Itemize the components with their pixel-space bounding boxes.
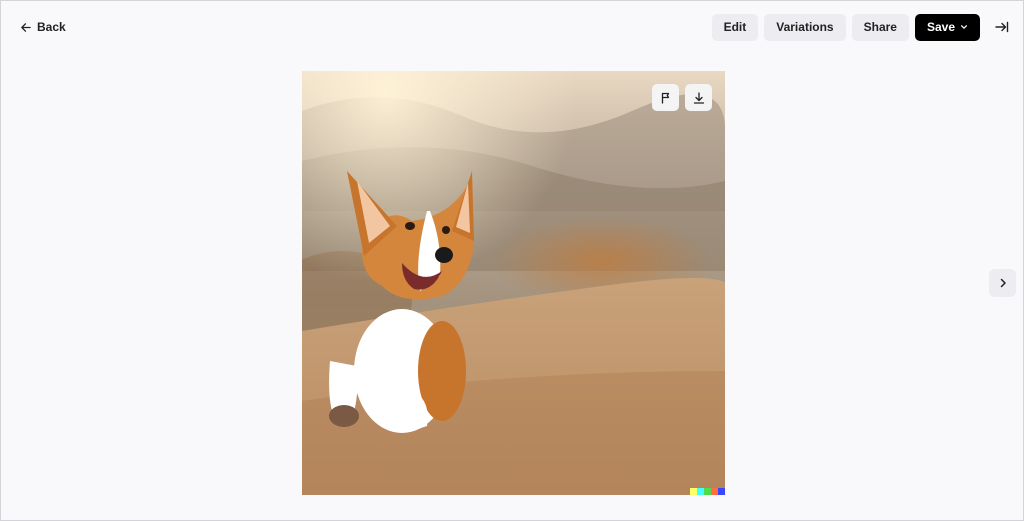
save-label: Save bbox=[926, 20, 955, 34]
arrow-left-icon bbox=[21, 22, 31, 32]
signature-swatch-5 bbox=[718, 488, 725, 495]
collapse-right-icon bbox=[995, 21, 1009, 33]
edit-button[interactable]: Edit bbox=[711, 13, 759, 41]
variations-button[interactable]: Variations bbox=[764, 13, 846, 41]
color-signature bbox=[690, 488, 725, 495]
report-button[interactable] bbox=[652, 84, 679, 111]
generated-image[interactable] bbox=[302, 71, 725, 495]
image-actions bbox=[652, 84, 712, 111]
toolbar: Edit Variations Share Save bbox=[711, 13, 1014, 41]
download-button[interactable] bbox=[685, 84, 712, 111]
signature-swatch-4 bbox=[711, 488, 718, 495]
next-image-button[interactable] bbox=[989, 269, 1016, 297]
flag-icon bbox=[661, 92, 669, 104]
corgi-photo bbox=[302, 71, 725, 495]
back-button[interactable]: Back bbox=[20, 17, 66, 37]
signature-swatch-2 bbox=[697, 488, 704, 495]
signature-swatch-3 bbox=[704, 488, 711, 495]
back-label: Back bbox=[37, 20, 66, 34]
chevron-down-icon bbox=[961, 25, 967, 29]
collapse-panel-button[interactable] bbox=[990, 14, 1014, 41]
share-button[interactable]: Share bbox=[851, 13, 909, 41]
signature-swatch-1 bbox=[690, 488, 697, 495]
download-icon bbox=[693, 91, 704, 104]
chevron-right-icon bbox=[1000, 278, 1006, 288]
save-button[interactable]: Save bbox=[914, 13, 980, 41]
